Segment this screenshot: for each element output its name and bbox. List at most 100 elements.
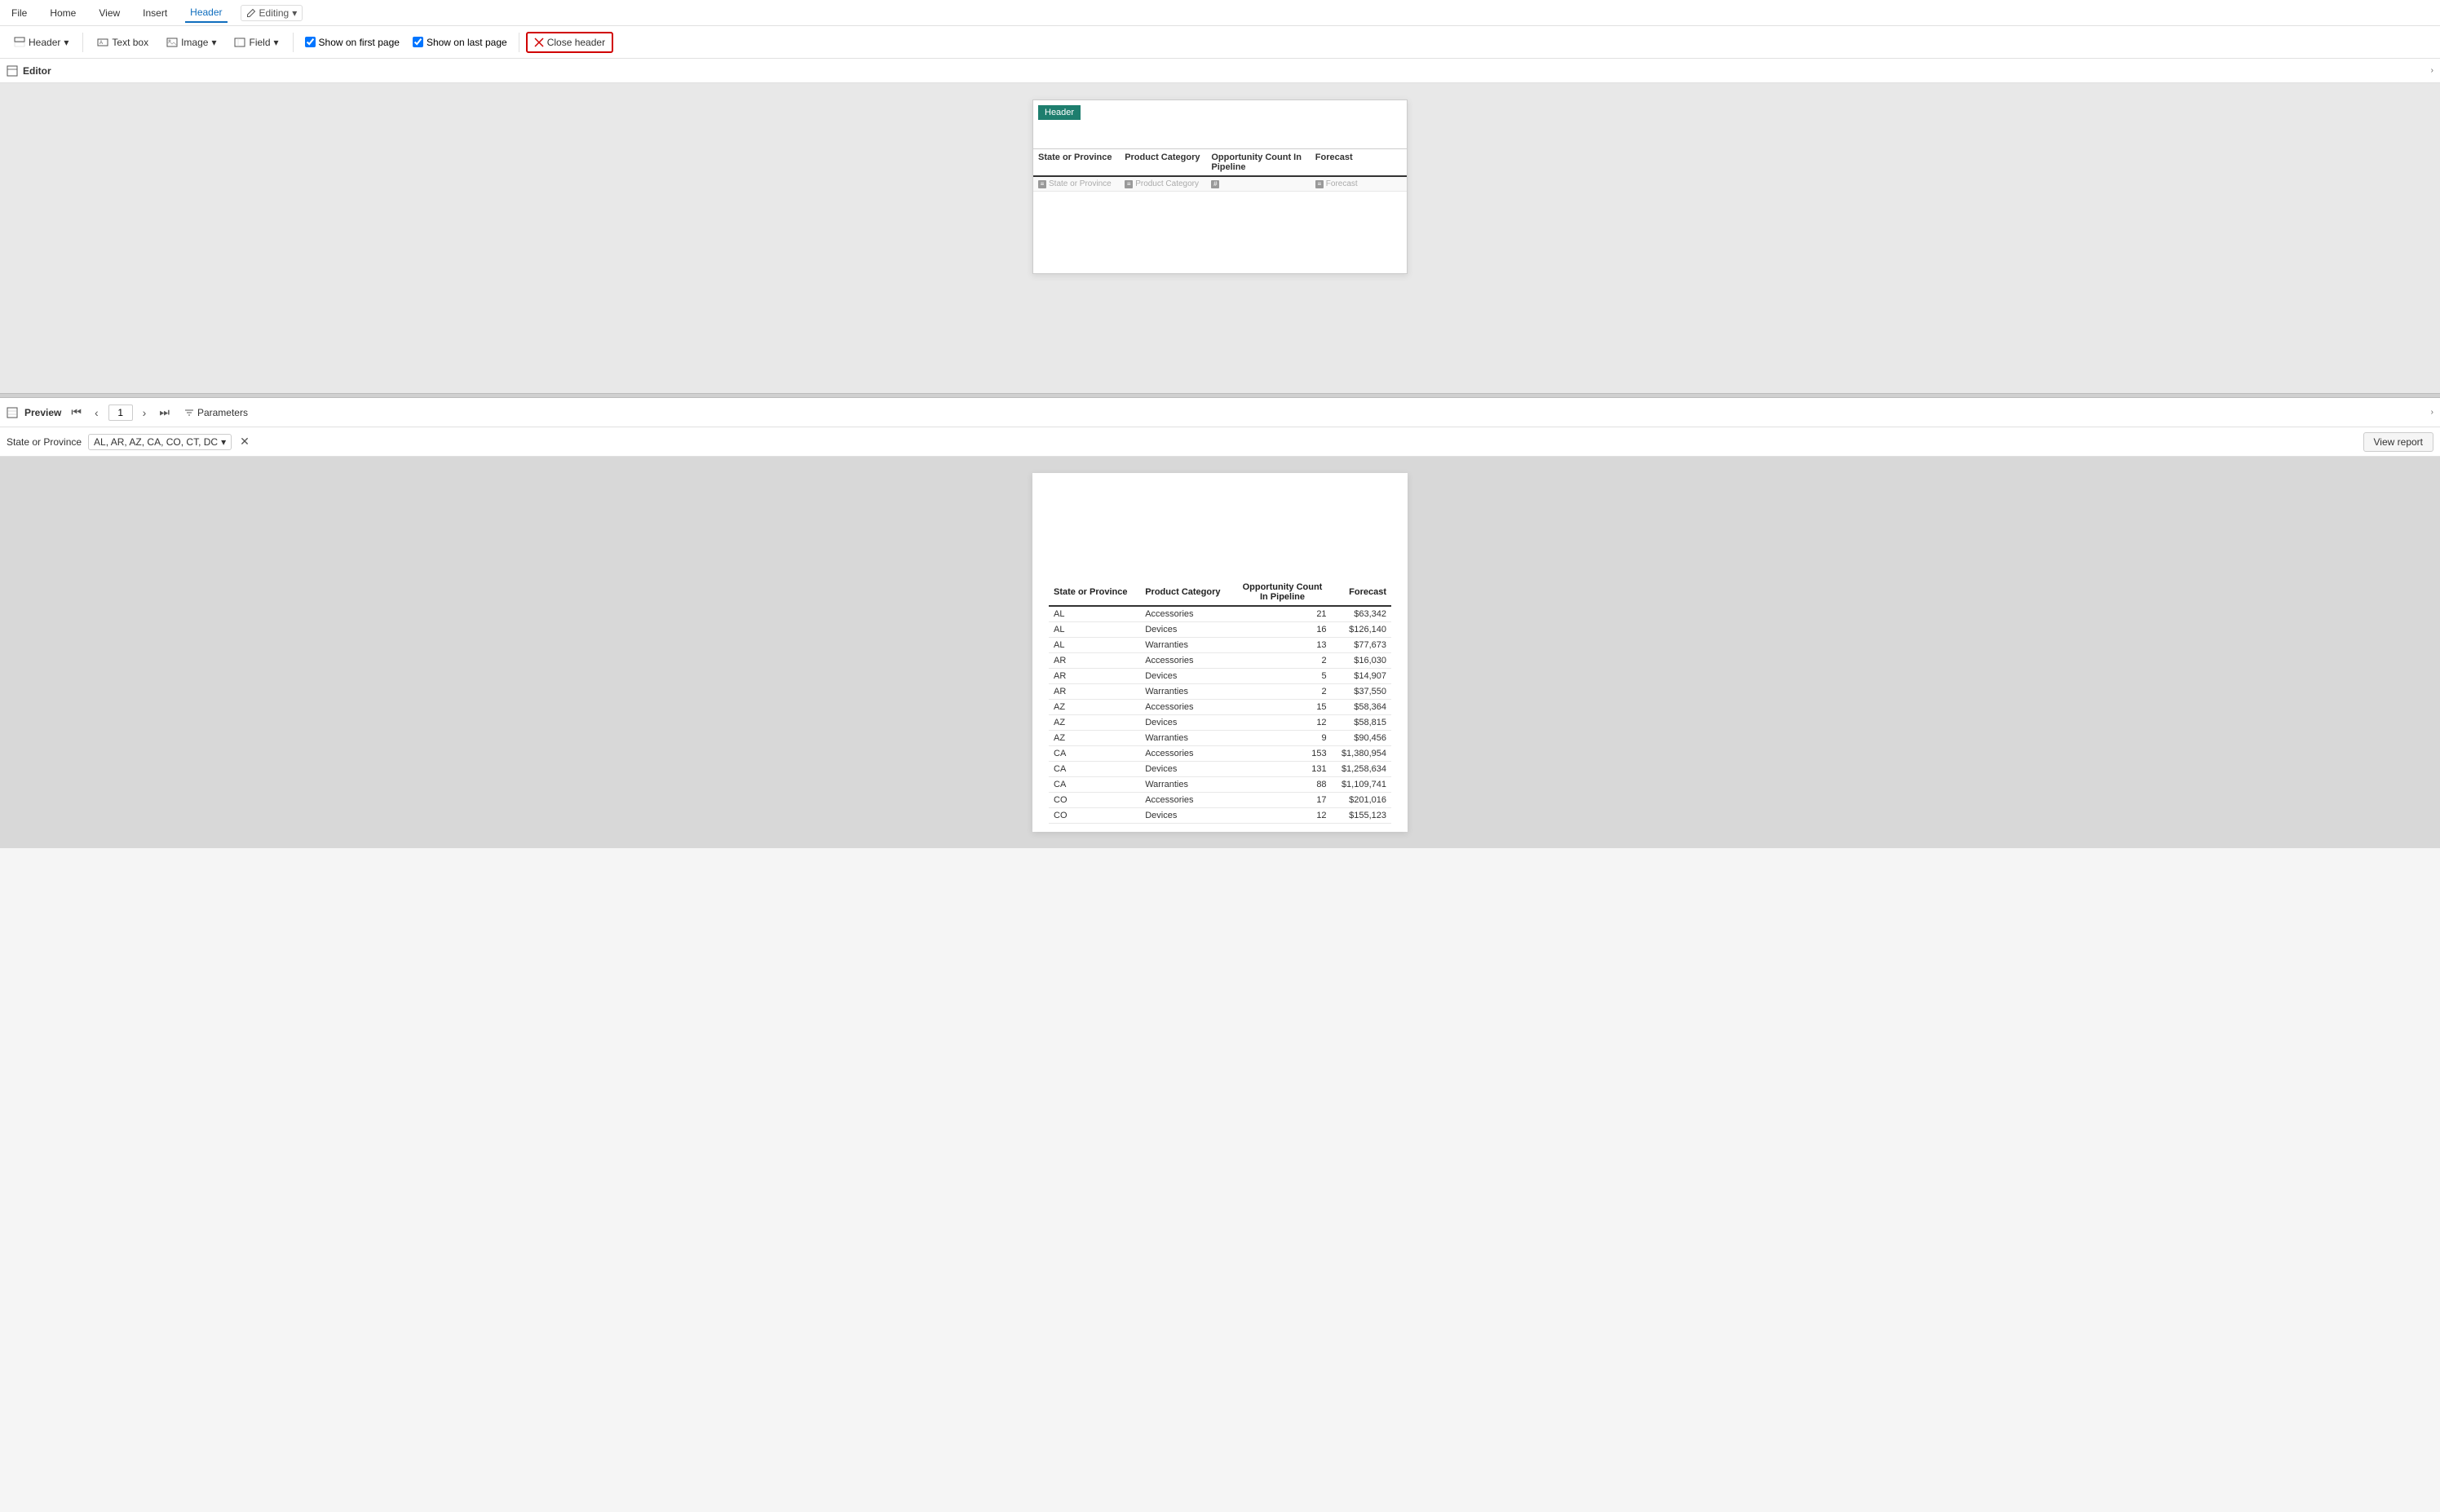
show-last-page-label: Show on last page	[427, 37, 507, 48]
preview-bar-arrow[interactable]: ›	[2431, 408, 2433, 417]
td-count: 131	[1233, 762, 1331, 777]
table-row: CA Warranties 88 $1,109,741	[1049, 777, 1391, 793]
table-row: AZ Warranties 9 $90,456	[1049, 731, 1391, 746]
nav-next-btn[interactable]: ›	[139, 405, 150, 421]
forecast-field-icon: ≡	[1315, 180, 1324, 188]
image-icon	[166, 37, 178, 48]
td-category: Warranties	[1140, 777, 1233, 793]
header-chevron: ▾	[64, 37, 69, 48]
editing-badge[interactable]: Editing ▾	[241, 5, 303, 21]
td-category: Accessories	[1140, 746, 1233, 762]
svg-text:A: A	[99, 41, 103, 46]
table-row: CO Devices 12 $155,123	[1049, 808, 1391, 824]
td-state: CO	[1049, 808, 1140, 824]
td-state: AZ	[1049, 700, 1140, 715]
td-category: Warranties	[1140, 731, 1233, 746]
td-state: AZ	[1049, 731, 1140, 746]
state-field-icon: ≡	[1038, 180, 1046, 188]
field-btn-label: Field	[249, 37, 270, 48]
editing-chevron: ▾	[292, 7, 297, 19]
nav-prev-btn[interactable]: ‹	[91, 405, 102, 421]
table-row: AR Warranties 2 $37,550	[1049, 684, 1391, 700]
col-opportunity: Opportunity Count In Pipeline	[1211, 153, 1315, 172]
td-category: Warranties	[1140, 638, 1233, 653]
canvas-body	[1033, 192, 1407, 273]
textbox-button[interactable]: A Text box	[90, 33, 156, 52]
separator-1	[82, 33, 83, 52]
td-forecast: $90,456	[1332, 731, 1391, 746]
params-value-dropdown[interactable]: AL, AR, AZ, CA, CO, CT, DC ▾	[88, 434, 232, 450]
preview-header-row: State or Province Product Category Oppor…	[1049, 579, 1391, 606]
data-cell-product: ≡ Product Category	[1125, 179, 1211, 188]
td-forecast: $37,550	[1332, 684, 1391, 700]
header-icon	[14, 37, 25, 48]
td-forecast: $201,016	[1332, 793, 1391, 808]
td-count: 153	[1233, 746, 1331, 762]
preview-content: State or Province Product Category Oppor…	[0, 457, 2440, 848]
th-opportunity: Opportunity CountIn Pipeline	[1233, 579, 1331, 606]
td-state: AR	[1049, 653, 1140, 669]
separator-2	[293, 33, 294, 52]
td-state: AR	[1049, 684, 1140, 700]
menu-bar: File Home View Insert Header Editing ▾	[0, 0, 2440, 26]
header-button[interactable]: Header ▾	[7, 33, 76, 52]
editor-area: Header State or Province Product Categor…	[0, 83, 2440, 393]
menu-insert[interactable]: Insert	[138, 4, 172, 22]
td-forecast: $14,907	[1332, 669, 1391, 684]
menu-view[interactable]: View	[94, 4, 125, 22]
td-category: Devices	[1140, 808, 1233, 824]
preview-table-head: State or Province Product Category Oppor…	[1049, 579, 1391, 606]
params-clear-btn[interactable]: ✕	[238, 435, 251, 449]
td-count: 12	[1233, 808, 1331, 824]
textbox-btn-label: Text box	[112, 37, 148, 48]
field-button[interactable]: Field ▾	[227, 33, 285, 52]
preview-title: Preview	[24, 407, 61, 418]
menu-file[interactable]: File	[7, 4, 32, 22]
menu-home[interactable]: Home	[45, 4, 81, 22]
th-category: Product Category	[1140, 579, 1233, 606]
image-chevron: ▾	[211, 37, 216, 48]
show-last-page-input[interactable]	[413, 37, 423, 47]
td-state: AL	[1049, 622, 1140, 638]
table-row: AL Accessories 21 $63,342	[1049, 606, 1391, 622]
edit-icon	[246, 8, 256, 18]
col-state: State or Province	[1038, 153, 1125, 172]
data-cell-count: #	[1211, 179, 1315, 188]
close-header-button[interactable]: Close header	[526, 32, 613, 53]
td-category: Devices	[1140, 715, 1233, 731]
td-count: 12	[1233, 715, 1331, 731]
image-button[interactable]: Image ▾	[159, 33, 223, 52]
section-bar-arrow[interactable]: ›	[2431, 66, 2433, 75]
view-report-btn[interactable]: View report	[2363, 432, 2433, 452]
data-cell-forecast: ≡ Forecast	[1315, 179, 1402, 188]
canvas-data-row: ≡ State or Province ≡ Product Category #…	[1033, 177, 1407, 192]
td-forecast: $58,364	[1332, 700, 1391, 715]
td-category: Accessories	[1140, 653, 1233, 669]
header-btn-label: Header	[29, 37, 60, 48]
preview-bar: Preview ⏮ ‹ › ⏭ Parameters ›	[0, 398, 2440, 427]
canvas-header-region: Header	[1033, 100, 1407, 149]
show-last-page-checkbox[interactable]: Show on last page	[408, 33, 512, 51]
preview-header-space	[1032, 473, 1408, 522]
close-header-label: Close header	[547, 37, 605, 48]
th-state: State or Province	[1049, 579, 1140, 606]
preview-table-wrapper: State or Province Product Category Oppor…	[1032, 522, 1408, 832]
table-row: AL Devices 16 $126,140	[1049, 622, 1391, 638]
params-chevron: ▾	[221, 436, 226, 448]
nav-last-btn[interactable]: ⏭	[156, 404, 173, 421]
show-first-page-input[interactable]	[305, 37, 316, 47]
nav-first-btn[interactable]: ⏮	[68, 404, 85, 421]
show-first-page-checkbox[interactable]: Show on first page	[300, 33, 404, 51]
section-bar-title: Editor	[23, 65, 51, 77]
parameters-btn[interactable]: Parameters	[179, 405, 253, 421]
preview-icon	[7, 407, 18, 418]
td-state: AL	[1049, 638, 1140, 653]
data-cell-forecast-label: Forecast	[1326, 179, 1358, 188]
table-row: AZ Accessories 15 $58,364	[1049, 700, 1391, 715]
menu-header[interactable]: Header	[185, 3, 227, 23]
canvas-table-header: State or Province Product Category Oppor…	[1033, 149, 1407, 177]
td-category: Accessories	[1140, 606, 1233, 622]
page-input[interactable]	[108, 405, 133, 421]
canvas-header-label: Header	[1038, 105, 1081, 120]
td-count: 2	[1233, 684, 1331, 700]
